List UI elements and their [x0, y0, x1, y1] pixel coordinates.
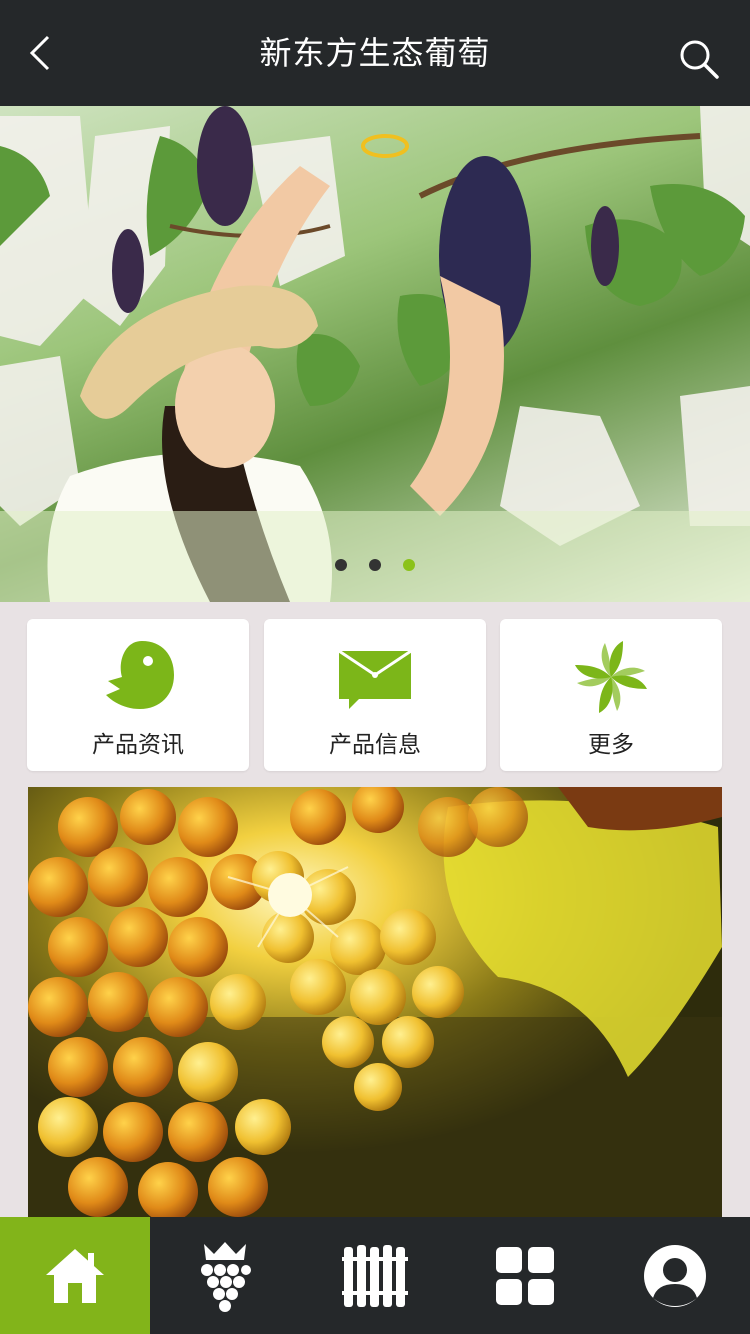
carousel-dot[interactable] — [369, 559, 381, 571]
grid-icon — [496, 1246, 554, 1305]
nav-cellar[interactable] — [300, 1217, 450, 1334]
page-title: 新东方生态葡萄 — [259, 34, 491, 72]
more-card[interactable]: 更多 — [500, 619, 722, 771]
nav-home[interactable] — [0, 1217, 150, 1334]
carousel-dot[interactable] — [335, 559, 347, 571]
barrels-icon — [342, 1244, 408, 1307]
nav-products[interactable] — [150, 1217, 300, 1334]
top-app-bar: 新东方生态葡萄 — [0, 0, 750, 106]
nav-categories[interactable] — [450, 1217, 600, 1334]
card-label: 产品资讯 — [92, 732, 184, 758]
grapes-photo — [28, 787, 722, 1217]
user-icon — [644, 1244, 706, 1307]
bottom-nav — [0, 1217, 750, 1334]
product-info-card[interactable]: 产品信息 — [264, 619, 486, 771]
carousel-indicator — [0, 559, 750, 571]
envelope-icon — [338, 649, 412, 709]
banner-carousel[interactable] — [0, 106, 750, 602]
crown-grapes-icon — [201, 1241, 251, 1312]
card-label: 产品信息 — [329, 732, 421, 758]
carousel-dot-active[interactable] — [403, 559, 415, 571]
bird-icon — [106, 641, 174, 709]
feature-image[interactable] — [28, 787, 722, 1217]
home-icon — [46, 1248, 104, 1303]
quick-menu: 产品资讯 产品信息 更多 — [27, 619, 723, 771]
pinwheel-icon — [575, 641, 647, 713]
search-icon[interactable] — [678, 38, 720, 80]
nav-profile[interactable] — [600, 1217, 750, 1334]
card-label: 更多 — [588, 732, 634, 758]
product-news-card[interactable]: 产品资讯 — [27, 619, 249, 771]
